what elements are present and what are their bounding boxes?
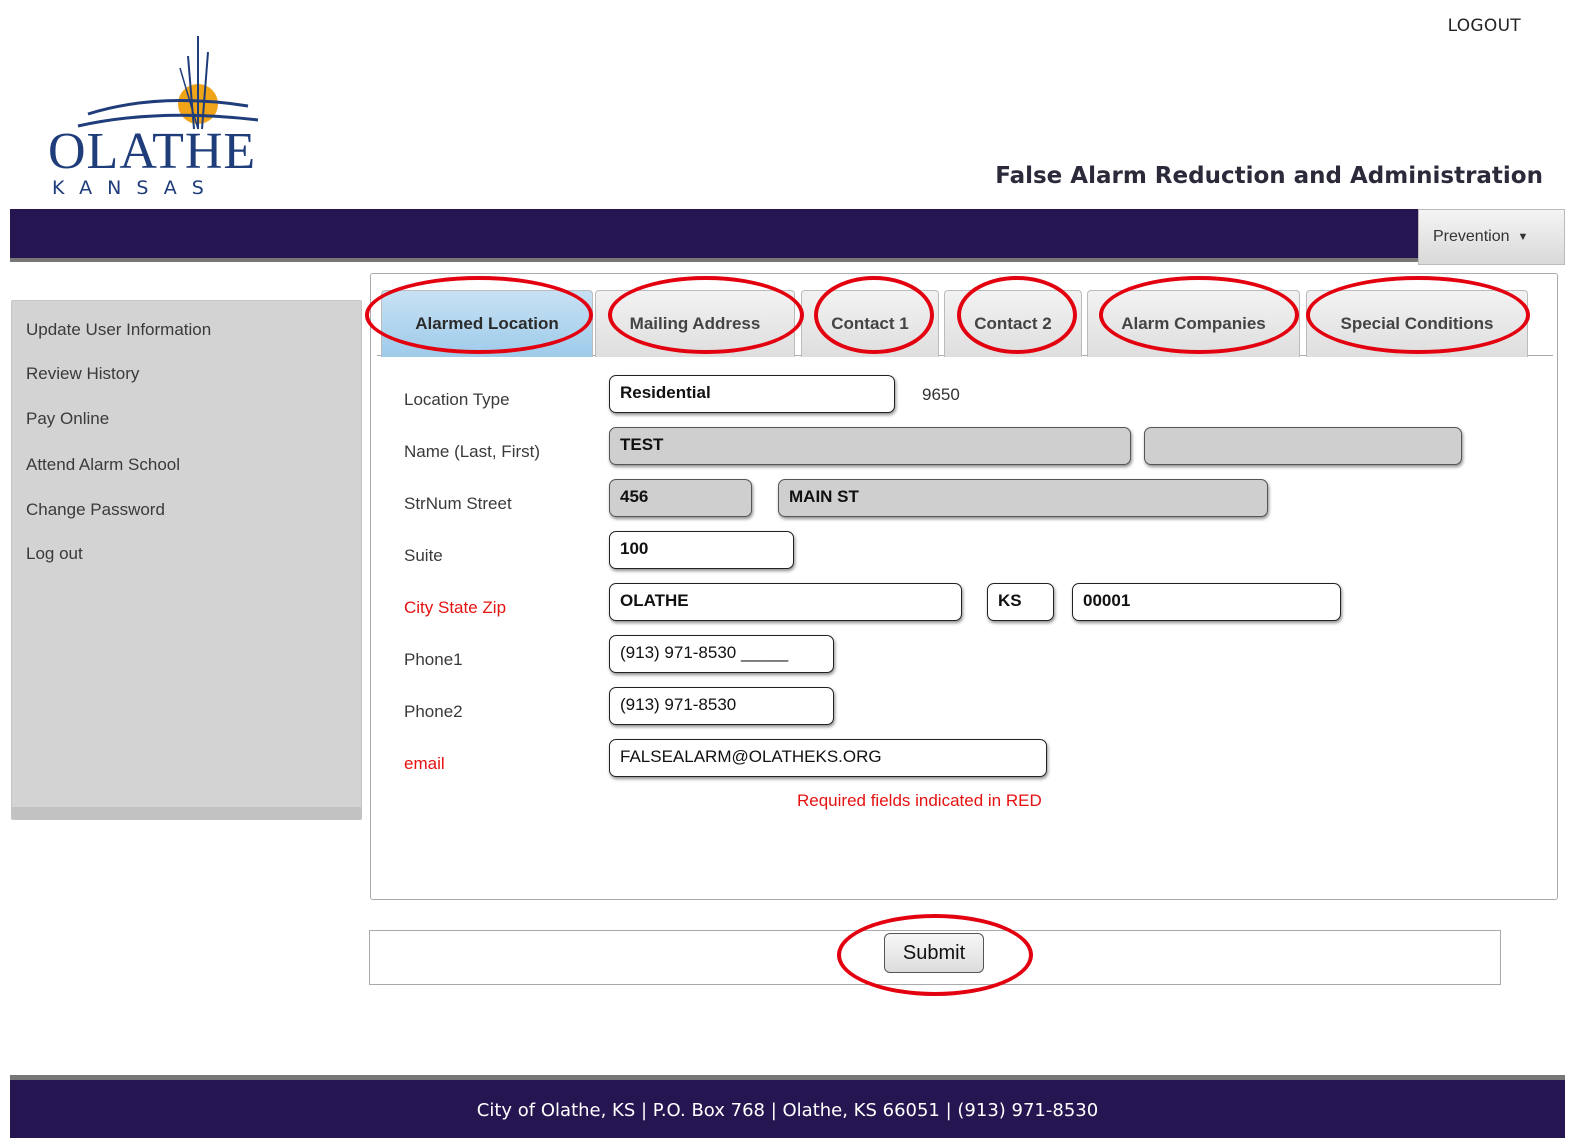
- app-title: False Alarm Reduction and Administration: [995, 163, 1543, 189]
- state-field[interactable]: KS: [987, 583, 1054, 621]
- logo-subtitle: KANSAS: [52, 177, 219, 199]
- logout-link[interactable]: LOGOUT: [1448, 16, 1521, 36]
- phone2-field[interactable]: (913) 971-8530: [609, 687, 834, 725]
- phone2-label: Phone2: [404, 702, 463, 721]
- email-field[interactable]: FALSEALARM@OLATHEKS.ORG: [609, 739, 1047, 777]
- tab-strip: Alarmed Location Mailing Address Contact…: [377, 280, 1553, 357]
- required-fields-note: Required fields indicated in RED: [797, 791, 1042, 810]
- sidebar-menu: Update User Information Review History P…: [11, 300, 362, 820]
- phone1-field[interactable]: (913) 971-8530 _____: [609, 635, 834, 673]
- footer: City of Olathe, KS | P.O. Box 768 | Olat…: [10, 1075, 1565, 1138]
- phone1-label: Phone1: [404, 650, 463, 669]
- street-label: StrNum Street: [404, 494, 512, 513]
- olathe-logo: OLATHE KANSAS: [48, 34, 278, 200]
- tab-contact-2[interactable]: Contact 2: [944, 290, 1082, 357]
- caret-down-icon: ▼: [1517, 231, 1529, 243]
- footer-text: City of Olathe, KS | P.O. Box 768 | Olat…: [476, 1100, 1099, 1121]
- logo-emblem-icon: [77, 36, 259, 130]
- location-type-field[interactable]: Residential: [609, 375, 895, 413]
- tab-contact-1[interactable]: Contact 1: [801, 290, 939, 357]
- sidebar-item-change-password[interactable]: Change Password: [26, 500, 165, 520]
- sidebar-footer-bar: [12, 807, 361, 819]
- first-name-field: [1144, 427, 1462, 465]
- tab-alarmed-location[interactable]: Alarmed Location: [381, 290, 593, 357]
- location-id: 9650: [922, 385, 960, 404]
- submit-bar: Submit: [369, 914, 1501, 996]
- street-name-field: MAIN ST: [778, 479, 1268, 517]
- email-label: email: [404, 754, 445, 773]
- prevention-dropdown[interactable]: Prevention ▼: [1418, 209, 1565, 265]
- suite-label: Suite: [404, 546, 443, 565]
- submit-button[interactable]: Submit: [884, 933, 984, 973]
- sidebar-item-attend-alarm-school[interactable]: Attend Alarm School: [26, 455, 180, 475]
- tab-mailing-address[interactable]: Mailing Address: [595, 290, 795, 357]
- prevention-dropdown-label: Prevention: [1433, 228, 1510, 245]
- sidebar-item-review-history[interactable]: Review History: [26, 364, 139, 384]
- top-navbar: Prevention ▼: [10, 209, 1565, 265]
- zip-field[interactable]: 00001: [1072, 583, 1341, 621]
- name-label: Name (Last, First): [404, 442, 541, 461]
- tab-alarm-companies[interactable]: Alarm Companies: [1087, 290, 1300, 357]
- sidebar-item-pay-online[interactable]: Pay Online: [26, 409, 109, 429]
- tab-special-conditions[interactable]: Special Conditions: [1306, 290, 1528, 357]
- city-state-zip-label: City State Zip: [404, 598, 507, 617]
- form-panel: Alarmed Location Mailing Address Contact…: [365, 273, 1558, 900]
- street-number-field: 456: [609, 479, 752, 517]
- logo-wordmark: OLATHE: [48, 123, 257, 180]
- sidebar-item-update-user-information[interactable]: Update User Information: [26, 320, 211, 340]
- city-field[interactable]: OLATHE: [609, 583, 962, 621]
- location-type-label: Location Type: [404, 390, 510, 409]
- last-name-field: TEST: [609, 427, 1131, 465]
- suite-field[interactable]: 100: [609, 531, 794, 569]
- sidebar-item-log-out[interactable]: Log out: [26, 544, 83, 564]
